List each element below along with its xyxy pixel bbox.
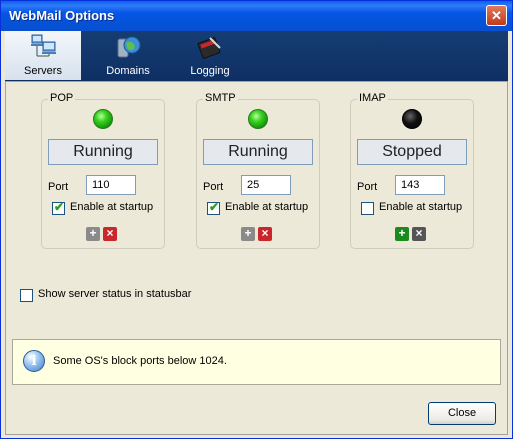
pop-remove-button[interactable]: ×: [103, 227, 117, 241]
imap-port-input[interactable]: 143: [395, 175, 445, 195]
pop-startup-label: Enable at startup: [70, 201, 154, 213]
smtp-port-label: Port: [203, 181, 224, 193]
smtp-status-button[interactable]: Running: [203, 139, 313, 165]
smtp-group-title: SMTP: [203, 92, 238, 104]
pop-port-label: Port: [48, 181, 69, 193]
pop-add-button[interactable]: +: [86, 227, 100, 241]
info-text: Some OS's block ports below 1024.: [53, 355, 227, 367]
window-close-button[interactable]: ✕: [486, 5, 507, 26]
pop-status-button[interactable]: Running: [48, 139, 158, 165]
pop-server-group: POP Running Port 110 ✔ Enable at startup…: [41, 92, 165, 249]
logging-icon: [197, 37, 221, 59]
tab-servers[interactable]: Servers: [5, 31, 81, 80]
smtp-port-input[interactable]: 25: [241, 175, 291, 195]
tab-logging[interactable]: Logging: [175, 31, 245, 80]
imap-status-button[interactable]: Stopped: [357, 139, 467, 165]
imap-group-title: IMAP: [357, 92, 388, 104]
pop-port-input[interactable]: 110: [86, 175, 136, 195]
smtp-add-button[interactable]: +: [241, 227, 255, 241]
imap-status-led: [402, 109, 422, 129]
smtp-startup-label: Enable at startup: [225, 201, 309, 213]
smtp-remove-button[interactable]: ×: [258, 227, 272, 241]
info-box: i Some OS's block ports below 1024.: [12, 339, 501, 385]
smtp-status-led: [248, 109, 268, 129]
info-icon: i: [23, 350, 45, 372]
smtp-server-group: SMTP Running Port 25 ✔ Enable at startup…: [196, 92, 320, 249]
imap-startup-checkbox[interactable]: [361, 202, 374, 215]
imap-remove-button[interactable]: ×: [412, 227, 426, 241]
checkmark-icon: ✔: [54, 200, 65, 214]
webmail-options-window: WebMail Options ✕ Servers Domains Loggin…: [0, 0, 513, 439]
window-title: WebMail Options: [9, 8, 115, 23]
imap-startup-label: Enable at startup: [379, 201, 463, 213]
tab-logging-label: Logging: [190, 65, 230, 77]
pop-status-led: [93, 109, 113, 129]
tab-domains[interactable]: Domains: [93, 31, 163, 80]
pop-startup-checkbox[interactable]: ✔: [52, 200, 65, 215]
tab-toolbar: Servers Domains Logging: [5, 31, 508, 81]
imap-add-button[interactable]: +: [395, 227, 409, 241]
tab-domains-label: Domains: [106, 65, 150, 77]
show-status-checkbox[interactable]: [20, 289, 33, 302]
checkmark-icon: ✔: [209, 200, 220, 214]
imap-port-label: Port: [357, 181, 378, 193]
show-status-label: Show server status in statusbar: [38, 288, 192, 300]
domains-icon: [117, 36, 141, 58]
pop-group-title: POP: [48, 92, 76, 104]
imap-server-group: IMAP Stopped Port 143 Enable at startup …: [350, 92, 474, 249]
servers-icon: [31, 34, 56, 57]
smtp-startup-checkbox[interactable]: ✔: [207, 200, 220, 215]
servers-panel: POP Running Port 110 ✔ Enable at startup…: [5, 81, 508, 435]
close-button[interactable]: Close: [428, 402, 496, 425]
tab-servers-label: Servers: [24, 65, 62, 77]
title-bar[interactable]: WebMail Options ✕: [1, 1, 512, 31]
